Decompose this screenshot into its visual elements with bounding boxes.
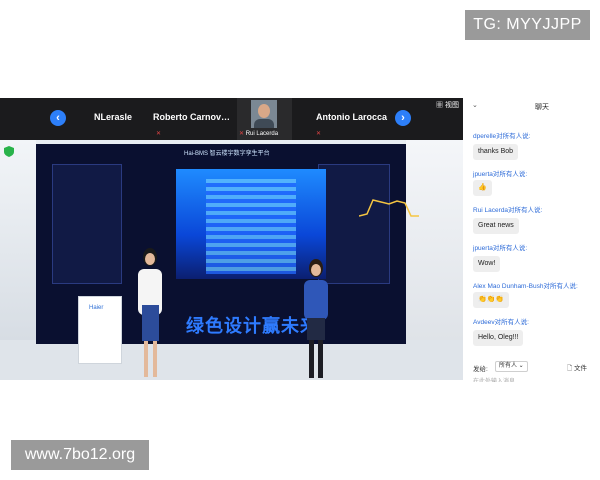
- message-sender: jpuerta对所有人说:: [473, 245, 528, 252]
- mic-muted-icon: ✕: [156, 131, 162, 137]
- file-icon: 🗋: [567, 365, 573, 372]
- message-sender: jpuerta对所有人说:: [473, 171, 528, 178]
- participant-video-tile[interactable]: ✕ Rui Lacerda: [237, 98, 292, 140]
- mic-muted-icon: ✕: [316, 131, 322, 137]
- message-bubble: thanks Bob: [473, 144, 519, 160]
- message-sender: Rui Lacerda对所有人说:: [473, 207, 543, 214]
- watermark-bottom: www.7bo12.org: [11, 440, 149, 470]
- podium: Haier: [78, 296, 122, 364]
- message-bubble: 👏👏👏: [473, 292, 510, 308]
- participant-strip: ‹ NLerasle ✕ Roberto Carnov… ✕ Rui Lacer…: [0, 98, 463, 140]
- view-toggle-button[interactable]: ▦ 视图: [436, 100, 459, 110]
- mic-muted-icon: ✕: [239, 131, 245, 137]
- next-page-button[interactable]: ›: [395, 110, 411, 126]
- message-bubble: Hello, Oleg!!!: [473, 330, 524, 346]
- shared-video: Hai-BMS 智云楼宇数字孪生平台 绿色设计赢未来 Haier: [0, 140, 463, 380]
- avatar: [251, 100, 277, 128]
- chat-title: 聊天: [535, 104, 549, 111]
- watermark-top: TG: MYYJJPP: [465, 10, 590, 40]
- message-sender: Alex Mao Dunham-Bush对所有人说:: [473, 283, 578, 290]
- message-sender: Avdeev对所有人说:: [473, 319, 529, 326]
- participant-name: NLerasle: [94, 112, 133, 122]
- chat-panel: ⌄ 聊天 dperelle对所有人说: thanks Bob jpuerta对所…: [463, 98, 600, 384]
- chevron-right-icon: ›: [401, 112, 405, 124]
- participant-name: Antonio Larocca: [316, 112, 388, 122]
- screenshot: ‹ NLerasle ✕ Roberto Carnov… ✕ Rui Lacer…: [0, 0, 600, 480]
- participant-name: Rui Lacerda: [245, 131, 279, 137]
- message-bubble: Wow!: [473, 256, 501, 272]
- prev-page-button[interactable]: ‹: [50, 110, 66, 126]
- screen-title: Hai-BMS 智云楼宇数字孪生平台: [184, 151, 270, 157]
- chevron-down-icon[interactable]: ⌄: [472, 101, 478, 109]
- message-bubble: 👍: [473, 180, 492, 196]
- presenter-left: [138, 248, 162, 377]
- message-sender: dperelle对所有人说:: [473, 133, 531, 140]
- shield-icon: [4, 146, 14, 157]
- message-bubble: Great news: [473, 218, 519, 234]
- chat-header: ⌄ 聊天: [463, 98, 600, 116]
- chevron-left-icon: ‹: [56, 112, 60, 124]
- file-button[interactable]: 🗋 文件: [567, 362, 587, 375]
- message-input[interactable]: 在此处输入消息...: [473, 376, 520, 382]
- screen-line-chart: [359, 199, 419, 217]
- podium-logo: Haier: [89, 305, 104, 311]
- presenter-right: [304, 259, 328, 378]
- send-to-label: 发给:: [473, 366, 488, 373]
- recipient-select[interactable]: 所有人 ⌄: [495, 361, 528, 372]
- grid-icon: ▦: [436, 102, 443, 109]
- participant-name: Roberto Carnov…: [153, 112, 231, 122]
- send-row: 发给: 所有人 ⌄ 🗋 文件: [463, 360, 600, 374]
